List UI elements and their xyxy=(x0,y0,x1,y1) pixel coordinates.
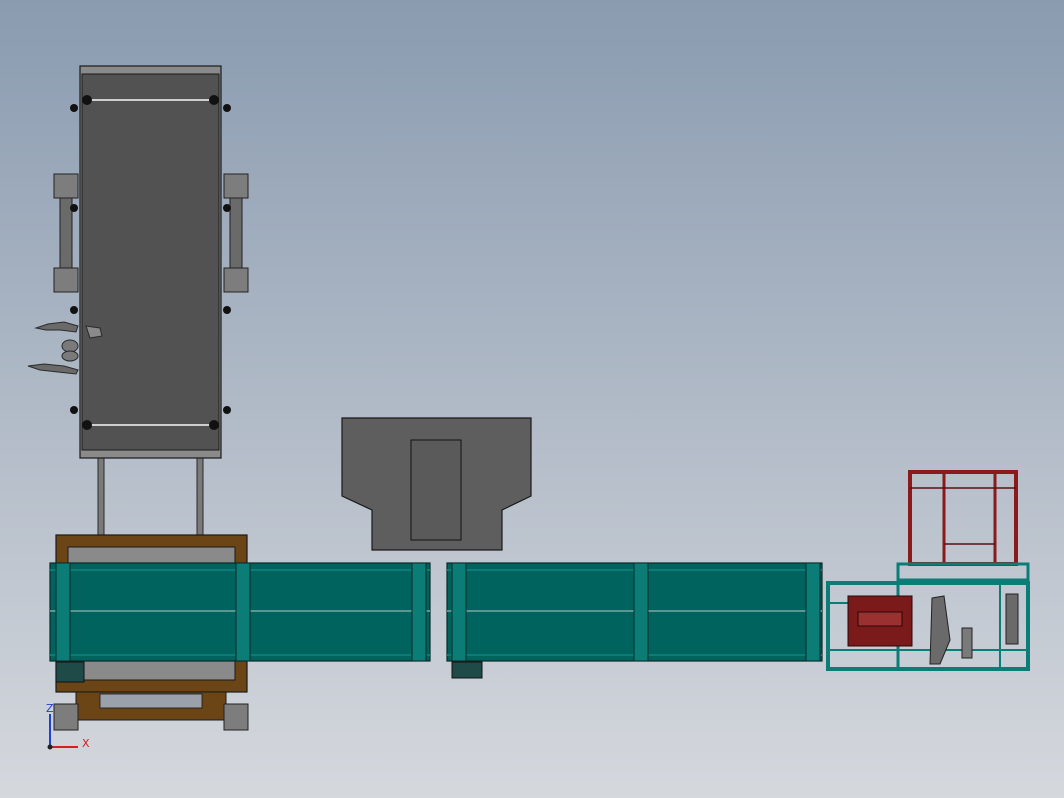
small-motor xyxy=(1005,593,1019,645)
side-bracket-left-bottom xyxy=(53,267,79,293)
teal-conveyor-2[interactable] xyxy=(446,562,823,679)
side-bracket-left-top xyxy=(53,173,79,199)
side-rail-right xyxy=(229,197,243,269)
red-mechanism-plate xyxy=(857,611,903,627)
bolt xyxy=(209,420,219,430)
bolt xyxy=(223,104,231,112)
z-axis-label: Z xyxy=(46,702,54,715)
bolt xyxy=(70,406,78,414)
conveyor-2-post xyxy=(451,562,467,662)
bolt xyxy=(223,406,231,414)
bolt xyxy=(70,306,78,314)
conveyor-2-post xyxy=(633,562,649,662)
support-leg-left xyxy=(97,455,105,539)
brown-base-gap xyxy=(99,693,203,709)
bolt xyxy=(223,204,231,212)
side-bracket-right-bottom xyxy=(223,267,249,293)
conveyor-2-post xyxy=(805,562,821,662)
base-foot-right xyxy=(223,703,249,731)
belt-surface xyxy=(81,73,220,451)
conveyor-1-motor xyxy=(55,661,85,683)
conveyor-1-post xyxy=(411,562,427,662)
hopper-opening xyxy=(410,439,462,541)
base-foot-left xyxy=(53,703,79,731)
side-bracket-right-top xyxy=(223,173,249,199)
bolt xyxy=(223,306,231,314)
handle-knob xyxy=(61,350,79,362)
bolt xyxy=(209,95,219,105)
conveyor-1-post xyxy=(55,562,71,662)
bolt xyxy=(82,420,92,430)
bolt xyxy=(70,104,78,112)
triad-origin xyxy=(47,744,53,750)
cad-viewport[interactable]: Z X xyxy=(0,0,1064,798)
conveyor-2-motor xyxy=(451,661,483,679)
cylinder xyxy=(961,627,973,659)
conveyor-1-post xyxy=(235,562,251,662)
handle-knob xyxy=(61,339,79,353)
bolt xyxy=(70,204,78,212)
x-axis-label: X xyxy=(82,737,90,750)
support-leg-right xyxy=(196,455,204,539)
bolt xyxy=(82,95,92,105)
